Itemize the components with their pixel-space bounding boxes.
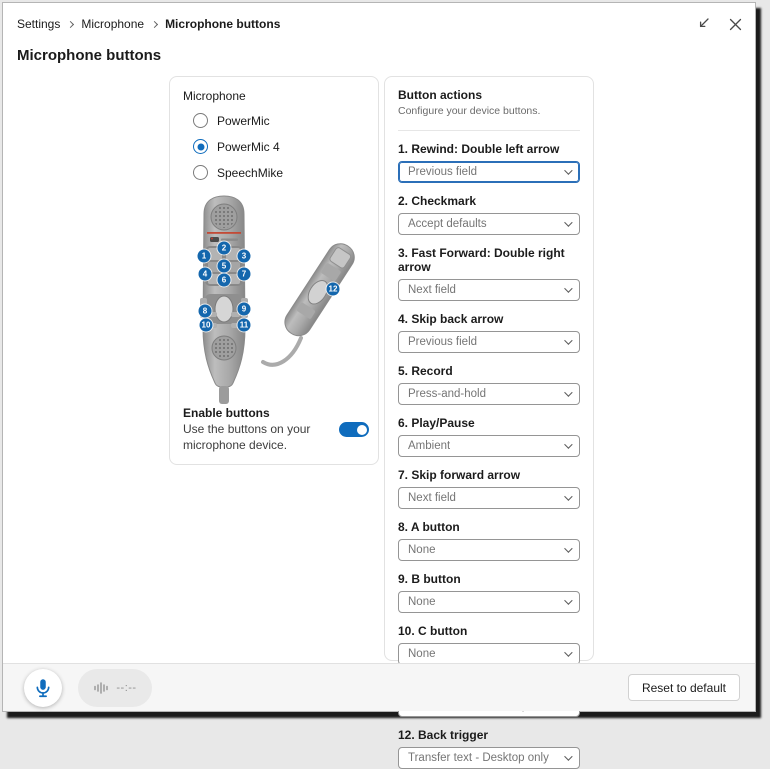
- action-row: 6. Play/Pause Ambient: [398, 416, 580, 457]
- action-select-8[interactable]: None: [398, 539, 580, 561]
- divider: [398, 130, 580, 131]
- button-actions-subtitle: Configure your device buttons.: [398, 105, 580, 117]
- device-button-badge: 11: [238, 319, 251, 332]
- radio-option-powermic[interactable]: PowerMic: [193, 112, 378, 129]
- device-button-badge: 10: [200, 319, 213, 332]
- enable-buttons-title: Enable buttons: [183, 406, 335, 420]
- device-button-badge: 8: [199, 305, 212, 318]
- breadcrumb-microphone-buttons: Microphone buttons: [165, 17, 280, 31]
- device-button-badge: 2: [218, 242, 231, 255]
- microphone-icon: [32, 677, 54, 699]
- action-row: 4. Skip back arrow Previous field: [398, 312, 580, 353]
- radio-option-speechmike[interactable]: SpeechMike: [193, 164, 378, 181]
- action-row: 5. Record Press-and-hold: [398, 364, 580, 405]
- chevron-down-icon: [564, 752, 572, 760]
- device-button-badge: 9: [238, 303, 251, 316]
- chevron-down-icon: [564, 492, 572, 500]
- action-row: 2. Checkmark Accept defaults: [398, 194, 580, 235]
- microphone-group-label: Microphone: [183, 89, 378, 103]
- device-button-badge: 3: [238, 250, 251, 263]
- page-title: Microphone buttons: [17, 47, 161, 64]
- waveform-icon: [93, 680, 111, 696]
- device-button-badge: 1: [198, 250, 211, 263]
- microphone-card: Microphone PowerMic PowerMic 4 SpeechMik…: [169, 76, 379, 465]
- enable-buttons-description: Use the buttons on your microphone devic…: [183, 422, 335, 454]
- radio-icon: [193, 113, 208, 128]
- action-select-2[interactable]: Accept defaults: [398, 213, 580, 235]
- footer-bar: --:-- Reset to default: [3, 663, 755, 711]
- close-icon: [729, 18, 742, 31]
- action-row: 3. Fast Forward: Double right arrow Next…: [398, 246, 580, 301]
- action-select-12[interactable]: Transfer text - Desktop only: [398, 747, 580, 769]
- enable-buttons-section: Enable buttons Use the buttons on your m…: [183, 406, 369, 454]
- button-actions-title: Button actions: [398, 88, 580, 102]
- microphone-button[interactable]: [24, 669, 62, 707]
- chevron-down-icon: [564, 648, 572, 656]
- action-select-1[interactable]: Previous field: [398, 161, 580, 183]
- radio-icon: [193, 165, 208, 180]
- chevron-down-icon: [564, 388, 572, 396]
- device-button-badge: 12: [327, 283, 340, 296]
- enable-buttons-toggle[interactable]: [339, 422, 369, 437]
- device-button-badge: 6: [218, 274, 231, 287]
- chevron-down-icon: [564, 218, 572, 226]
- action-row: 12. Back trigger Transfer text - Desktop…: [398, 728, 580, 769]
- action-row: 10. C button None: [398, 624, 580, 665]
- powermic-device-image: [170, 190, 378, 408]
- action-select-7[interactable]: Next field: [398, 487, 580, 509]
- device-button-badge: 5: [218, 260, 231, 273]
- chevron-right-icon: [67, 20, 74, 27]
- settings-window: Settings Microphone Microphone buttons M…: [2, 2, 756, 712]
- breadcrumb-microphone[interactable]: Microphone: [81, 17, 144, 31]
- chevron-down-icon: [564, 440, 572, 448]
- device-button-badge: 7: [238, 268, 251, 281]
- chevron-down-icon: [564, 596, 572, 604]
- window-controls: [695, 16, 743, 32]
- action-row: 1. Rewind: Double left arrow Previous fi…: [398, 142, 580, 183]
- chevron-down-icon: [564, 544, 572, 552]
- action-row: 8. A button None: [398, 520, 580, 561]
- collapse-window-icon: [696, 17, 710, 31]
- chevron-down-icon: [564, 284, 572, 292]
- device-button-badge: 4: [199, 268, 212, 281]
- chevron-down-icon: [564, 336, 572, 344]
- breadcrumb-settings[interactable]: Settings: [17, 17, 60, 31]
- action-row: 7. Skip forward arrow Next field: [398, 468, 580, 509]
- recording-timer: --:--: [116, 682, 136, 694]
- action-select-5[interactable]: Press-and-hold: [398, 383, 580, 405]
- breadcrumb: Settings Microphone Microphone buttons: [17, 17, 280, 31]
- action-row: 9. B button None: [398, 572, 580, 613]
- action-select-9[interactable]: None: [398, 591, 580, 613]
- close-button[interactable]: [727, 16, 743, 32]
- titlebar: Settings Microphone Microphone buttons: [17, 16, 743, 32]
- button-actions-card: Button actions Configure your device but…: [384, 76, 594, 661]
- radio-option-powermic4[interactable]: PowerMic 4: [193, 138, 378, 155]
- device-illustration: 1 2 3 4 5 6 7 8 9 10 11 12: [170, 190, 378, 408]
- chevron-right-icon: [151, 20, 158, 27]
- collapse-window-button[interactable]: [695, 16, 711, 32]
- action-select-3[interactable]: Next field: [398, 279, 580, 301]
- action-select-4[interactable]: Previous field: [398, 331, 580, 353]
- radio-selected-icon: [193, 139, 208, 154]
- action-select-6[interactable]: Ambient: [398, 435, 580, 457]
- audio-level-pill[interactable]: --:--: [78, 669, 152, 707]
- action-select-10[interactable]: None: [398, 643, 580, 665]
- chevron-down-icon: [564, 166, 572, 174]
- reset-to-default-button[interactable]: Reset to default: [628, 674, 740, 701]
